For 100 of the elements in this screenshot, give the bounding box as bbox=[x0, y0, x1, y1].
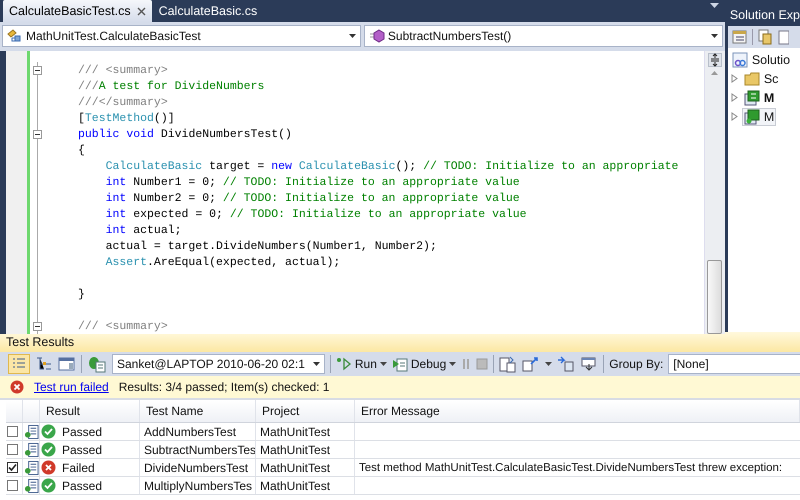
scroll-thumb[interactable] bbox=[707, 260, 722, 334]
caret-icon[interactable] bbox=[545, 362, 552, 366]
passed-icon bbox=[41, 478, 56, 493]
code-token: int bbox=[106, 224, 126, 236]
page-icon[interactable] bbox=[776, 29, 789, 45]
expand-arrow-icon[interactable] bbox=[730, 112, 738, 121]
tree-item[interactable]: Solutio bbox=[730, 52, 792, 68]
close-icon[interactable] bbox=[136, 6, 146, 16]
method-icon bbox=[368, 29, 385, 43]
panel-title: Solution Exp bbox=[728, 0, 800, 26]
folder-icon bbox=[744, 70, 760, 86]
code-token: /// <summary> bbox=[78, 64, 168, 76]
code-token: // TODO: Initialize to an appropriate value bbox=[222, 176, 520, 188]
documents-icon[interactable] bbox=[756, 29, 773, 45]
code-token: /// bbox=[78, 80, 99, 92]
window-arrow-icon[interactable] bbox=[580, 356, 598, 372]
tree-item[interactable]: M bbox=[742, 90, 776, 106]
list-view-icon[interactable] bbox=[8, 354, 30, 374]
passed-icon bbox=[41, 424, 56, 439]
code-token: { bbox=[78, 144, 85, 156]
result-text: Passed bbox=[62, 442, 102, 456]
file-tab[interactable]: CalculateBasicTest.cs bbox=[3, 0, 152, 22]
code-token: CalculateBasic bbox=[106, 160, 202, 172]
row-checkbox[interactable] bbox=[7, 462, 18, 473]
debug-button[interactable]: Debug bbox=[392, 356, 456, 372]
results-summary: Results: 3/4 passed; Item(s) checked: 1 bbox=[118, 380, 330, 394]
collapse-icon[interactable] bbox=[33, 66, 42, 74]
expand-arrow-icon[interactable] bbox=[730, 93, 738, 102]
code-token: TestMethod bbox=[84, 112, 154, 124]
project-cell: MathUnitTest bbox=[256, 477, 355, 494]
code-token: new bbox=[271, 160, 292, 172]
export-icon[interactable] bbox=[557, 356, 576, 372]
column-header[interactable]: Result bbox=[40, 400, 140, 422]
properties-icon[interactable] bbox=[732, 29, 748, 45]
row-checkbox[interactable] bbox=[7, 444, 18, 455]
column-header[interactable]: Project bbox=[256, 400, 355, 422]
code-token: void bbox=[125, 128, 154, 140]
result-text: Passed bbox=[62, 424, 102, 438]
dropdown-caret-icon[interactable] bbox=[710, 3, 719, 8]
project-cell: MathUnitTest bbox=[256, 459, 355, 476]
tree-item[interactable]: Sc bbox=[742, 70, 780, 86]
test-name-cell: DivideNumbersTest bbox=[140, 459, 256, 476]
solution-icon bbox=[732, 52, 748, 68]
code-token: .AreEqual(expected, actual); bbox=[147, 256, 340, 268]
test-document-icon bbox=[24, 424, 39, 440]
code-token: actual = target.DivideNumbers(Number1, Number2); bbox=[106, 240, 437, 252]
caret-icon bbox=[710, 34, 718, 38]
caret-icon bbox=[348, 34, 356, 38]
import-icon[interactable] bbox=[499, 355, 518, 373]
result-text: Failed bbox=[62, 460, 95, 474]
type-dropdown[interactable]: MathUnitTest.CalculateBasicTest bbox=[2, 25, 361, 47]
test-name-cell: MultiplyNumbersTes bbox=[140, 477, 256, 494]
group-by-label: Group By: bbox=[609, 357, 664, 371]
test-document-icon bbox=[24, 478, 39, 494]
member-dropdown[interactable]: SubtractNumbersTest() bbox=[364, 25, 723, 47]
code-token: int bbox=[106, 208, 126, 220]
run-button[interactable]: Run bbox=[336, 357, 387, 371]
tree-view-icon[interactable] bbox=[35, 356, 53, 372]
code-token: A test for DivideNumbers bbox=[98, 80, 264, 92]
row-checkbox[interactable] bbox=[7, 480, 18, 491]
code-token: DivideNumbersTest() bbox=[160, 128, 292, 140]
splitter-icon[interactable] bbox=[708, 53, 722, 67]
run-icon bbox=[336, 357, 352, 371]
vertical-scrollbar[interactable] bbox=[704, 51, 725, 334]
column-header[interactable]: Error Message bbox=[355, 400, 800, 422]
group-by-dropdown[interactable]: [None] bbox=[668, 354, 800, 374]
expand-arrow-icon[interactable] bbox=[730, 74, 738, 83]
code-token: public bbox=[78, 128, 120, 140]
code-token: int bbox=[106, 192, 126, 204]
class-icon bbox=[7, 29, 23, 43]
error-message-cell-text: Test method MathUnitTest.CalculateBasicTest.DivideNumbersTest threw exception: bbox=[358, 460, 784, 476]
result-text: Passed bbox=[62, 478, 102, 492]
collapse-icon[interactable] bbox=[33, 130, 42, 138]
test-name-cell: AddNumbersTest bbox=[140, 423, 256, 440]
column-header[interactable]: Test Name bbox=[140, 400, 256, 422]
code-token: // TODO: Initialize to an appropriate value bbox=[222, 192, 520, 204]
tree-item[interactable]: M bbox=[742, 108, 776, 124]
code-token: [ bbox=[78, 112, 85, 124]
code-token: /// <summary> bbox=[78, 320, 168, 332]
collapse-icon[interactable] bbox=[33, 322, 42, 330]
code-token: int bbox=[106, 176, 126, 188]
test-run-icon[interactable] bbox=[87, 355, 107, 373]
code-token: } bbox=[78, 288, 85, 300]
project-cell: MathUnitTest bbox=[256, 423, 355, 440]
project-cell: MathUnitTest bbox=[256, 441, 355, 458]
code-token: Assert bbox=[106, 256, 148, 268]
passed-icon bbox=[41, 442, 56, 457]
test-document-icon bbox=[24, 442, 39, 458]
code-token: actual; bbox=[132, 224, 182, 236]
failed-icon bbox=[41, 460, 56, 475]
row-checkbox[interactable] bbox=[7, 426, 18, 437]
code-token: ()] bbox=[154, 112, 175, 124]
publish-icon[interactable] bbox=[522, 356, 540, 372]
panel-title: Test Results bbox=[0, 332, 800, 352]
file-tab[interactable]: CalculateBasic.cs bbox=[152, 0, 264, 22]
code-token: CalculateBasic bbox=[298, 160, 396, 172]
test-run-dropdown[interactable]: Sanket@LAPTOP 2010-06-20 02:1 bbox=[112, 354, 325, 374]
test-run-failed-link[interactable]: Test run failed bbox=[34, 380, 109, 394]
window-icon[interactable] bbox=[58, 356, 76, 372]
debug-icon bbox=[392, 356, 408, 372]
